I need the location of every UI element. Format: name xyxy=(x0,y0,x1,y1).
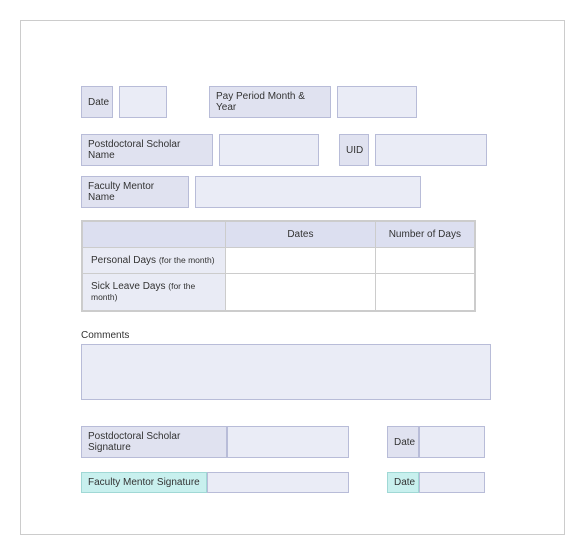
row-label-personal: Personal Days (for the month) xyxy=(82,248,226,274)
payperiod-label: Pay Period Month & Year xyxy=(209,86,331,118)
personal-dates-cell[interactable] xyxy=(226,248,376,274)
table-header-numdays: Number of Days xyxy=(375,221,475,248)
scholar-sig-label: Postdoctoral Scholar Signature xyxy=(81,426,227,458)
form-page: Date Pay Period Month & Year Postdoctora… xyxy=(20,20,565,535)
table-header-dates: Dates xyxy=(226,221,376,248)
comments-label: Comments xyxy=(81,330,504,341)
mentor-sig-group: Faculty Mentor Signature xyxy=(81,472,349,493)
row-label-sick: Sick Leave Days (for the month) xyxy=(82,274,226,312)
spacer xyxy=(349,426,387,458)
date-input[interactable] xyxy=(119,86,167,118)
row-scholar-signature: Postdoctoral Scholar Signature Date xyxy=(81,426,504,458)
scholar-sig-input[interactable] xyxy=(227,426,349,458)
mentor-name-label: Faculty Mentor Name xyxy=(81,176,189,208)
spacer xyxy=(325,134,333,166)
scholar-sig-date-label: Date xyxy=(387,426,419,458)
row-mentor-signature: Faculty Mentor Signature Date xyxy=(81,472,504,493)
table-header-blank xyxy=(82,221,226,248)
spacer xyxy=(173,86,203,118)
row-scholar-uid: Postdoctoral Scholar Name UID xyxy=(81,134,504,166)
mentor-sig-date-input[interactable] xyxy=(419,472,485,493)
date-label: Date xyxy=(81,86,113,118)
spacer xyxy=(349,472,387,493)
mentor-sig-input[interactable] xyxy=(207,472,349,493)
mentor-name-input[interactable] xyxy=(195,176,421,208)
scholar-sig-group: Postdoctoral Scholar Signature xyxy=(81,426,349,458)
comments-input[interactable] xyxy=(81,344,491,400)
sick-dates-cell[interactable] xyxy=(226,274,376,312)
row-mentor: Faculty Mentor Name xyxy=(81,176,504,208)
scholar-sig-date-input[interactable] xyxy=(419,426,485,458)
scholar-name-input[interactable] xyxy=(219,134,319,166)
mentor-sig-label: Faculty Mentor Signature xyxy=(81,472,207,493)
mentor-sig-date-label: Date xyxy=(387,472,419,493)
table-row: Personal Days (for the month) xyxy=(82,248,475,274)
personal-numdays-cell[interactable] xyxy=(375,248,475,274)
table-row: Sick Leave Days (for the month) xyxy=(82,274,475,312)
row-date-payperiod: Date Pay Period Month & Year xyxy=(81,86,504,118)
payperiod-input[interactable] xyxy=(337,86,417,118)
leave-table: Dates Number of Days Personal Days (for … xyxy=(81,220,476,312)
uid-label: UID xyxy=(339,134,369,166)
scholar-name-label: Postdoctoral Scholar Name xyxy=(81,134,213,166)
uid-input[interactable] xyxy=(375,134,487,166)
table-header-row: Dates Number of Days xyxy=(82,221,475,248)
sick-numdays-cell[interactable] xyxy=(375,274,475,312)
